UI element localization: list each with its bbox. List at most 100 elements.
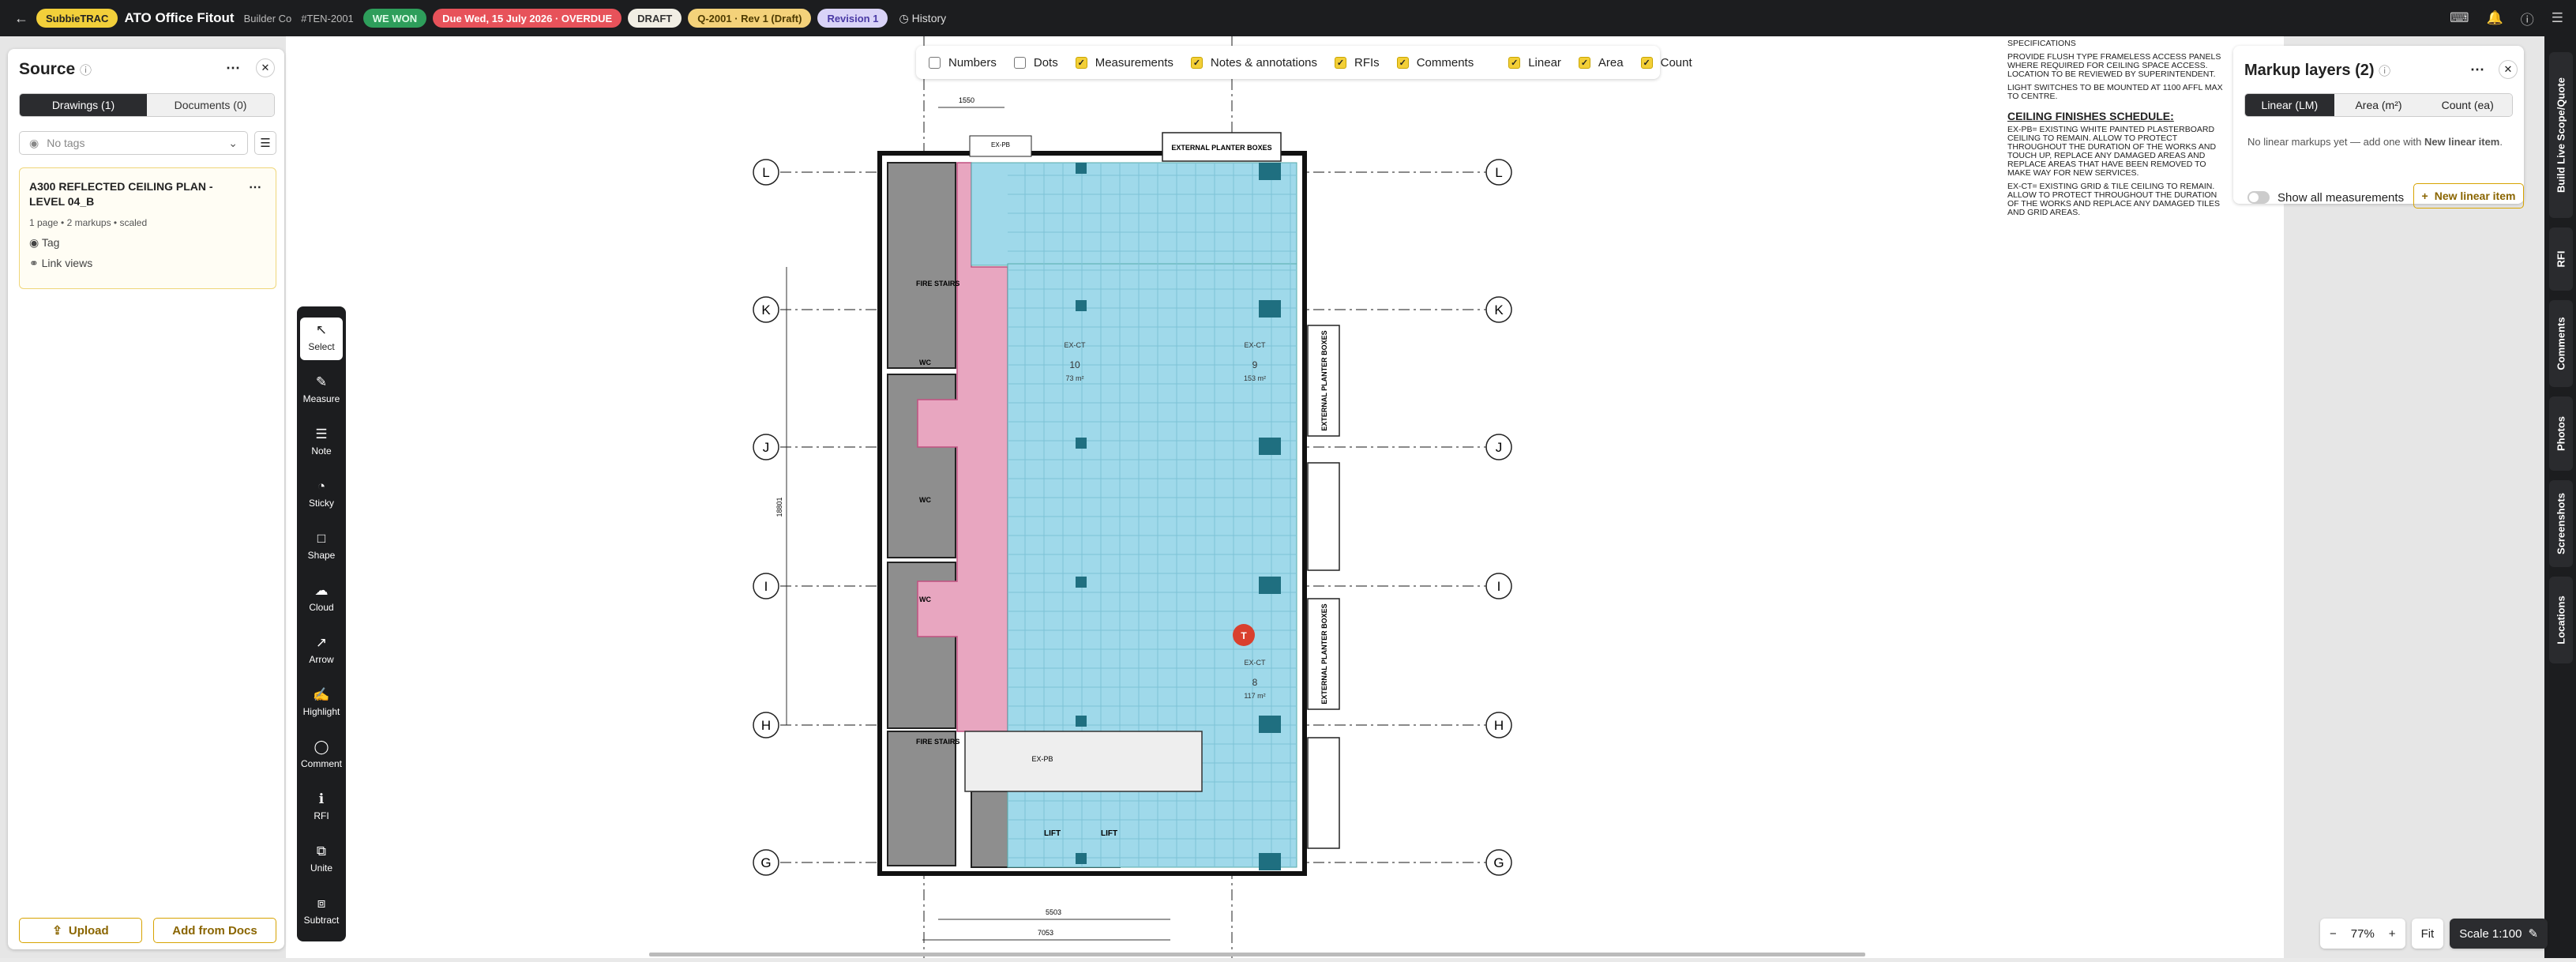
empty-link[interactable]: New linear item xyxy=(2424,136,2499,148)
zoom-in-button[interactable]: + xyxy=(2389,927,2396,941)
back-arrow-icon[interactable]: ← xyxy=(14,10,36,27)
expb-label-top: EX-PB xyxy=(991,141,1010,148)
checkbox-icon[interactable]: ✓ xyxy=(1396,56,1409,69)
keyboard-icon[interactable]: ⌨ xyxy=(2450,10,2469,26)
bell-icon[interactable]: 🔔 xyxy=(2487,10,2503,26)
close-icon[interactable]: ✕ xyxy=(2499,60,2518,79)
tool-shape[interactable]: □ Shape xyxy=(297,526,346,569)
tab-drawings[interactable]: Drawings (1) xyxy=(20,94,147,116)
room-8-area: 117 m² xyxy=(1244,692,1265,700)
grid-bubble-label: H xyxy=(1494,718,1504,733)
right-rail: Build Live Scope/Quote RFI Comments Photos S… xyxy=(2544,36,2576,958)
tool-note[interactable]: ☰ Note xyxy=(297,422,346,464)
rail-tab-photos[interactable]: Photos xyxy=(2549,396,2573,471)
rail-tab-rfi[interactable]: RFI xyxy=(2549,227,2573,291)
checkbox-icon[interactable] xyxy=(929,56,941,69)
notes-p2: LIGHT SWITCHES TO BE MOUNTED AT 1100 AFF… xyxy=(2007,83,2223,101)
floor-plan[interactable]: EXTERNAL PLANTER BOXES EX-PB EXTERNAL PL… xyxy=(286,36,2284,958)
fit-button[interactable]: Fit xyxy=(2411,919,2444,949)
tab-area[interactable]: Area (m²) xyxy=(2334,94,2424,116)
checkbox-icon[interactable]: ✓ xyxy=(1075,56,1087,69)
checkbox-icon[interactable]: ✓ xyxy=(1640,56,1653,69)
tab-documents[interactable]: Documents (0) xyxy=(147,94,274,116)
rail-tab-comments[interactable]: Comments xyxy=(2549,300,2573,387)
tag-filter-select[interactable]: ◉ No tags ⌄ xyxy=(19,131,248,155)
rail-tab-build-live-scope-quote[interactable]: Build Live Scope/Quote xyxy=(2549,52,2573,218)
filter-notes-annotations[interactable]: ✓ Notes & annotations xyxy=(1190,56,1317,70)
checkbox-icon[interactable]: ✓ xyxy=(1190,56,1203,69)
more-icon[interactable]: ⋯ xyxy=(2470,62,2484,78)
tool-rfi[interactable]: ℹ RFI xyxy=(297,787,346,829)
zoom-out-button[interactable]: − xyxy=(2330,927,2337,941)
pencil-icon: ✎ xyxy=(2528,927,2539,941)
checkbox-icon[interactable] xyxy=(1013,56,1026,69)
rail-tab-screenshots[interactable]: Screenshots xyxy=(2549,480,2573,567)
link-views-button[interactable]: ⚭ Link views xyxy=(29,257,92,270)
tag-icon: ◉ xyxy=(29,136,39,149)
drawing-sheet[interactable]: EXTERNAL PLANTER BOXES EX-PB EXTERNAL PL… xyxy=(286,36,2284,958)
rail-tab-label: Comments xyxy=(2555,317,2567,370)
upload-button[interactable]: ⇪ Upload xyxy=(19,918,142,943)
close-icon[interactable]: ✕ xyxy=(256,58,275,77)
grid-bubble-label: K xyxy=(1494,303,1504,318)
status-badge: WE WON xyxy=(362,9,427,28)
checkbox-icon[interactable]: ✓ xyxy=(1578,56,1590,69)
filter-measurements[interactable]: ✓ Measurements xyxy=(1075,56,1173,70)
select-icon: ↖ xyxy=(315,322,328,337)
due-date-badge: Due Wed, 15 July 2026 · OVERDUE xyxy=(433,9,622,28)
tab-count[interactable]: Count (ea) xyxy=(2423,94,2512,116)
tool-select[interactable]: ↖ Select xyxy=(300,318,343,360)
brand-badge[interactable]: SubbieTRAC xyxy=(36,9,118,28)
more-icon[interactable]: ⋯ xyxy=(226,60,240,77)
top-bar: ← SubbieTRAC ATO Office Fitout Builder C… xyxy=(0,0,2576,36)
card-tag-button[interactable]: ◉ Tag xyxy=(29,236,59,250)
markup-title: Markup layers (2) xyxy=(2244,62,2375,79)
add-from-docs-button[interactable]: Add from Docs xyxy=(153,918,276,943)
planter-top-label: EXTERNAL PLANTER BOXES xyxy=(1171,144,1271,152)
tool-cloud[interactable]: ☁ Cloud xyxy=(297,578,346,621)
grid-bubble-label: J xyxy=(1496,440,1503,455)
filter-settings-button[interactable]: ☰ xyxy=(254,131,276,155)
horizontal-scrollbar[interactable] xyxy=(649,953,1865,956)
expb-label-mid: EX-PB xyxy=(1031,755,1053,763)
history-button[interactable]: ◷ History xyxy=(899,12,946,25)
tool-arrow[interactable]: ↗ Arrow xyxy=(297,630,346,673)
tool-comment[interactable]: ◯ Comment xyxy=(297,735,346,777)
drawing-card[interactable]: A300 REFLECTED CEILING PLAN - LEVEL 04_B… xyxy=(19,167,276,289)
filter-linear[interactable]: ✓ Linear xyxy=(1508,56,1561,70)
filter-dots[interactable]: Dots xyxy=(1013,55,1058,70)
rail-tab-locations[interactable]: Locations xyxy=(2549,577,2573,663)
card-more-icon[interactable]: ⋯ xyxy=(249,179,261,195)
rail-tab-label: Build Live Scope/Quote xyxy=(2555,77,2567,193)
tool-measure[interactable]: ✎ Measure xyxy=(297,370,346,412)
filter-numbers[interactable]: Numbers xyxy=(929,56,997,70)
show-all-toggle[interactable] xyxy=(2247,191,2270,204)
quote-badge[interactable]: Q-2001 · Rev 1 (Draft) xyxy=(688,9,812,28)
filter-rfis[interactable]: ✓ RFIs xyxy=(1335,56,1380,70)
tool-sticky[interactable]: ◔ Sticky xyxy=(297,474,346,517)
help-icon[interactable]: ⓘ xyxy=(2521,9,2534,28)
tab-linear[interactable]: Linear (LM) xyxy=(2245,94,2334,116)
new-linear-item-button[interactable]: + New linear item xyxy=(2413,183,2524,209)
filter-area[interactable]: ✓ Area xyxy=(1578,56,1624,70)
filter-count[interactable]: ✓ Count xyxy=(1640,55,1692,70)
menu-icon[interactable]: ☰ xyxy=(2552,10,2563,26)
tool-unite[interactable]: ⧉ Unite xyxy=(297,839,346,881)
tool-subtract[interactable]: ⧈ Subtract xyxy=(297,891,346,934)
tool-highlight[interactable]: ✍ Highlight xyxy=(297,682,346,725)
filter-label: Count xyxy=(1660,55,1692,70)
grid-bubble-label: I xyxy=(1497,579,1501,594)
info-icon[interactable]: ⓘ xyxy=(2379,65,2390,78)
tool-label: Shape xyxy=(307,550,336,561)
filter-comments[interactable]: ✓ Comments xyxy=(1396,56,1474,70)
scale-button[interactable]: Scale 1:100 ✎ xyxy=(2450,919,2548,949)
filter-label: RFIs xyxy=(1354,55,1380,70)
filter-label: Dots xyxy=(1033,55,1058,70)
measure-icon: ✎ xyxy=(315,374,328,389)
info-icon[interactable]: ⓘ xyxy=(80,64,92,77)
drawing-card-title: A300 REFLECTED CEILING PLAN - LEVEL 04_B xyxy=(29,180,213,208)
room-8-name: EX-CT xyxy=(1245,659,1267,667)
checkbox-icon[interactable]: ✓ xyxy=(1508,56,1521,69)
checkbox-icon[interactable]: ✓ xyxy=(1335,56,1347,69)
revision-badge[interactable]: Revision 1 xyxy=(817,9,888,28)
